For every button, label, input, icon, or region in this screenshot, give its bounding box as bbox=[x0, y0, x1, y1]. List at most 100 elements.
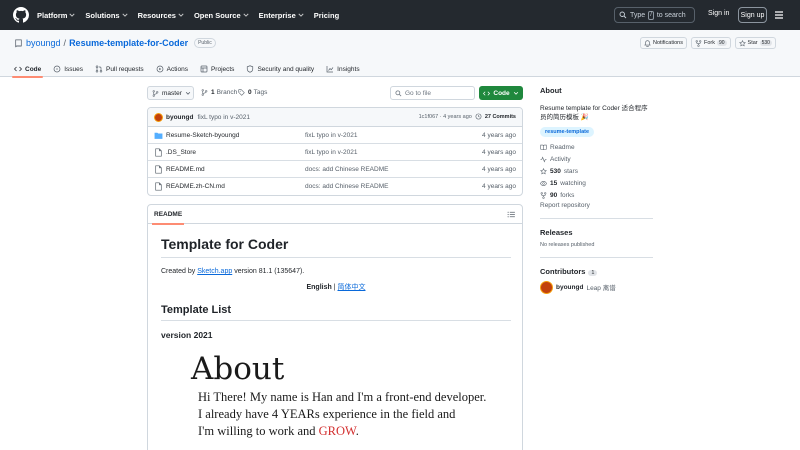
nav-platform[interactable]: Platform bbox=[37, 11, 75, 20]
fork-label: Fork bbox=[703, 40, 715, 46]
code-icon bbox=[483, 91, 491, 95]
code-dropdown-button[interactable]: Code bbox=[479, 86, 523, 100]
file-row[interactable]: Resume-Sketch-byoungd fixL typo in v-202… bbox=[148, 127, 522, 144]
sign-in-link[interactable]: Sign in bbox=[708, 10, 729, 17]
file-commit-message[interactable]: docs: add Chinese README bbox=[305, 166, 388, 173]
file-age: 4 years ago bbox=[482, 183, 516, 190]
code-icon bbox=[14, 66, 22, 72]
history-icon bbox=[475, 113, 482, 120]
divider bbox=[540, 256, 653, 258]
commits-link[interactable]: 27 Commits bbox=[485, 114, 516, 120]
branch-selector[interactable]: master bbox=[147, 86, 194, 100]
created-prefix: Created by bbox=[161, 268, 196, 275]
report-repository-link[interactable]: Report repository bbox=[540, 202, 590, 209]
nav-open-source[interactable]: Open Source bbox=[194, 11, 249, 20]
file-age: 4 years ago bbox=[482, 166, 516, 173]
tab-projects[interactable]: Projects bbox=[200, 61, 234, 77]
search-shortcut-key: / bbox=[648, 10, 654, 20]
tags-link[interactable]: 0 Tags bbox=[238, 89, 267, 96]
nav-enterprise[interactable]: Enterprise bbox=[259, 11, 304, 20]
tab-actions[interactable]: Actions bbox=[156, 61, 188, 77]
menu-icon[interactable] bbox=[773, 9, 785, 21]
branches-link[interactable]: 1 Branch bbox=[201, 89, 237, 96]
tab-code[interactable]: Code bbox=[11, 61, 44, 78]
github-logo-icon[interactable] bbox=[13, 7, 29, 23]
watching-count: 15 bbox=[550, 180, 558, 188]
commit-author-link[interactable]: byoungd bbox=[166, 114, 193, 121]
file-commit-message[interactable]: fixL typo in v-2021 bbox=[305, 149, 358, 156]
tab-issues[interactable]: Issues bbox=[53, 61, 83, 77]
chevron-down-icon bbox=[122, 13, 128, 17]
topic-tag[interactable]: resume-template bbox=[540, 127, 595, 137]
star-icon bbox=[738, 39, 746, 46]
releases-title[interactable]: Releases bbox=[540, 228, 653, 237]
notifications-button[interactable]: Notifications bbox=[640, 37, 687, 49]
lang-chinese-link[interactable]: 简体中文 bbox=[338, 284, 366, 291]
code-toolbar: master 1 Branch 0 Tags Go to file Code bbox=[147, 86, 523, 100]
file-row[interactable]: README.zh-CN.md docs: add Chinese README… bbox=[148, 178, 522, 195]
latest-commit-bar: byoungd fixL typo in v-2021 1c1f067 · 4 … bbox=[148, 108, 522, 127]
tab-readme[interactable]: README bbox=[151, 205, 185, 225]
nav-resources[interactable]: Resources bbox=[138, 11, 184, 20]
file-name-link[interactable]: README.zh-CN.md bbox=[166, 183, 225, 190]
about-title: About bbox=[540, 86, 562, 95]
chevron-down-icon bbox=[178, 13, 184, 17]
file-commit-message[interactable]: fixL typo in v-2021 bbox=[305, 132, 358, 139]
nav-solutions[interactable]: Solutions bbox=[85, 11, 128, 20]
readme-link[interactable]: Readme bbox=[540, 141, 653, 153]
contributors-title[interactable]: Contributors 1 bbox=[540, 267, 653, 276]
star-label: Star bbox=[747, 40, 758, 46]
avatar[interactable] bbox=[540, 280, 553, 294]
commit-sha-age[interactable]: 1c1f067 · 4 years ago bbox=[419, 114, 472, 120]
global-nav: Platform Solutions Resources Open Source… bbox=[37, 0, 349, 30]
avatar[interactable] bbox=[154, 112, 163, 122]
list-unordered-icon[interactable] bbox=[507, 210, 516, 219]
watchers-link[interactable]: 15 watching bbox=[540, 178, 653, 190]
file-name-link[interactable]: README.md bbox=[166, 166, 205, 173]
book-icon bbox=[540, 144, 547, 150]
repo-owner-link[interactable]: byoungd bbox=[26, 38, 61, 48]
chevron-down-icon bbox=[298, 13, 304, 17]
search-input[interactable]: Type / to search bbox=[614, 7, 695, 23]
pull-request-icon bbox=[95, 65, 103, 73]
star-button[interactable]: Star 530 bbox=[734, 37, 776, 49]
file-row[interactable]: .DS_Store fixL typo in v-2021 4 years ag… bbox=[148, 144, 522, 161]
file-name-link[interactable]: .DS_Store bbox=[166, 149, 196, 156]
resume-line: Hi There! My name is Han and I'm a front… bbox=[198, 390, 487, 404]
tab-pull-requests[interactable]: Pull requests bbox=[95, 61, 144, 77]
search-icon bbox=[619, 11, 627, 19]
forks-link[interactable]: 90 forks bbox=[540, 190, 653, 202]
stars-count: 530 bbox=[550, 167, 561, 175]
created-suffix: version 81.1 (135647). bbox=[234, 268, 305, 275]
commit-meta: 1c1f067 · 4 years ago 27 Commits bbox=[419, 113, 516, 120]
contributor-login[interactable]: byoungd bbox=[556, 284, 583, 291]
repo-name-link[interactable]: Resume-template-for-Coder bbox=[69, 38, 188, 48]
go-to-file-input[interactable]: Go to file bbox=[390, 86, 475, 100]
file-row[interactable]: README.md docs: add Chinese README 4 yea… bbox=[148, 161, 522, 178]
sketch-app-link[interactable]: Sketch.app bbox=[197, 268, 232, 275]
tags-count: 0 bbox=[248, 89, 252, 96]
tab-insights[interactable]: Insights bbox=[326, 61, 360, 77]
stars-label: stars bbox=[563, 167, 578, 175]
activity-link[interactable]: Activity bbox=[540, 153, 653, 165]
nav-pricing[interactable]: Pricing bbox=[314, 11, 339, 20]
contributor-name: Leap 离谱 bbox=[586, 285, 616, 293]
fork-icon bbox=[540, 192, 547, 200]
branch-icon bbox=[152, 89, 159, 97]
bell-icon bbox=[644, 39, 651, 47]
contributor-item[interactable]: byoungd Leap 离谱 bbox=[540, 280, 653, 294]
file-commit-message[interactable]: docs: add Chinese README bbox=[305, 183, 388, 190]
file-name-link[interactable]: Resume-Sketch-byoungd bbox=[166, 132, 239, 139]
resume-line-prefix: I'm willing to work and bbox=[198, 424, 316, 438]
eye-icon bbox=[540, 181, 547, 187]
lang-english: English bbox=[306, 284, 332, 291]
table-icon bbox=[200, 65, 208, 73]
repo-actions: Notifications Fork 90 Star 530 bbox=[640, 37, 776, 49]
stars-link[interactable]: 530 stars bbox=[540, 165, 653, 177]
fork-button[interactable]: Fork 90 bbox=[690, 37, 731, 49]
sign-up-button[interactable]: Sign up bbox=[738, 7, 767, 23]
language-switcher: English | 简体中文 bbox=[161, 282, 511, 292]
graph-icon bbox=[326, 66, 334, 73]
commit-message-link[interactable]: fixL typo in v-2021 bbox=[197, 114, 250, 121]
tab-security[interactable]: Security and quality bbox=[246, 61, 314, 77]
